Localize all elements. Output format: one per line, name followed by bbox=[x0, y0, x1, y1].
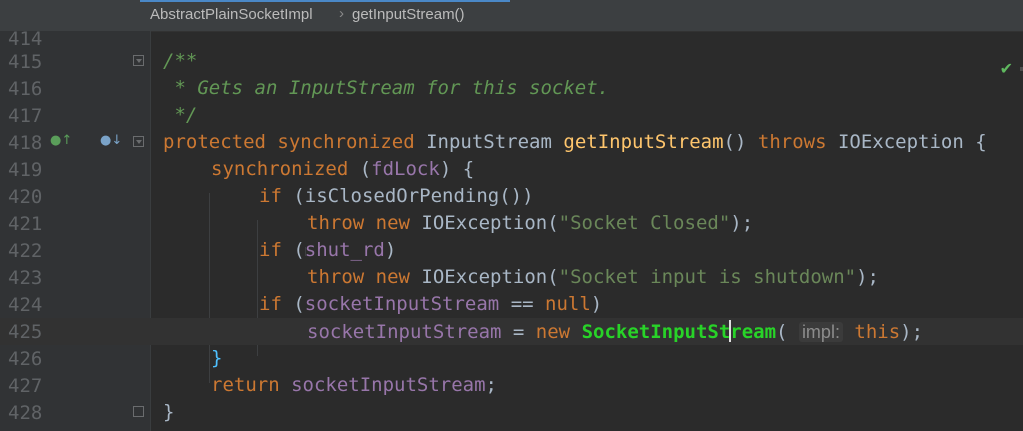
line-number: 416 bbox=[8, 78, 43, 100]
line-number: 422 bbox=[8, 240, 43, 262]
code-line: 416 * Gets an InputStream for this socke… bbox=[0, 75, 1023, 102]
keyword: if bbox=[259, 239, 294, 261]
paren: ) bbox=[439, 158, 463, 180]
punctuation: ); bbox=[856, 266, 879, 288]
type-name: IOException( bbox=[421, 266, 559, 288]
field: socketInputStream bbox=[291, 374, 486, 396]
keyword: throws bbox=[757, 131, 838, 153]
keyword: throw new bbox=[307, 212, 422, 234]
code-line: 419 synchronized (fdLock) { bbox=[0, 156, 1023, 183]
code-text: return socketInputStream; bbox=[211, 374, 497, 396]
method-name: getInputStream bbox=[563, 131, 724, 153]
override-method-icon[interactable]: ●↓ bbox=[100, 133, 122, 148]
javadoc-text: * Gets an InputStream for this socket. bbox=[163, 77, 610, 99]
line-number: 423 bbox=[8, 267, 43, 289]
code-line: 417 */ bbox=[0, 102, 1023, 129]
expression: (isClosedOrPending()) bbox=[293, 185, 534, 207]
current-code-line: 425 socketInputStream = new SocketInputS… bbox=[0, 318, 1023, 345]
line-number: 421 bbox=[8, 213, 43, 235]
code-text: if (shut_rd) bbox=[259, 239, 396, 261]
type-name: InputStream bbox=[426, 131, 564, 153]
code-line: 415 /** bbox=[0, 48, 1023, 75]
breadcrumb-method[interactable]: getInputStream() bbox=[352, 6, 465, 23]
paren: ( bbox=[776, 321, 799, 343]
code-line: 426 } bbox=[0, 345, 1023, 372]
keyword: this bbox=[842, 321, 901, 343]
keyword: new bbox=[535, 321, 582, 343]
type-name: IOException( bbox=[421, 212, 559, 234]
active-tab-indicator bbox=[140, 0, 510, 2]
method-signature: protected synchronized InputStream getIn… bbox=[163, 131, 987, 153]
operator: == bbox=[499, 293, 546, 315]
javadoc-text: /** bbox=[163, 50, 198, 72]
line-number: 418 bbox=[8, 132, 43, 154]
punctuation: ); bbox=[900, 321, 924, 343]
code-editor[interactable]: 414 415 /** 416 * Gets an InputStream fo… bbox=[0, 28, 1023, 431]
string-literal: "Socket Closed" bbox=[558, 212, 731, 234]
line-number: 420 bbox=[8, 186, 43, 208]
field: shut_rd bbox=[304, 239, 385, 261]
line-number: 428 bbox=[8, 402, 43, 424]
keyword: if bbox=[259, 293, 294, 315]
brace: { bbox=[462, 158, 475, 180]
line-number: 426 bbox=[8, 348, 43, 370]
code-line: 428 } bbox=[0, 399, 1023, 426]
code-text: if (socketInputStream == null) bbox=[259, 293, 602, 315]
paren: ( bbox=[293, 239, 305, 261]
field: socketInputStream bbox=[304, 293, 500, 315]
type-name: IOException bbox=[837, 131, 976, 153]
code-line: 422 if (shut_rd) bbox=[0, 237, 1023, 264]
closing-brace: } bbox=[211, 347, 223, 369]
breadcrumb-class[interactable]: AbstractPlainSocketImpl bbox=[150, 6, 313, 23]
paren: ( bbox=[359, 158, 372, 180]
brace: { bbox=[975, 131, 987, 153]
closing-brace: } bbox=[163, 401, 175, 423]
keyword: if bbox=[259, 185, 294, 207]
line-number: 427 bbox=[8, 375, 43, 397]
implemented-method-icon[interactable]: ●↑ bbox=[50, 133, 72, 148]
keyword: return bbox=[211, 374, 292, 396]
line-number: 419 bbox=[8, 159, 43, 181]
code-text: throw new IOException("Socket Closed"); bbox=[307, 212, 753, 234]
code-line: 427 return socketInputStream; bbox=[0, 372, 1023, 399]
punctuation: ); bbox=[730, 212, 754, 234]
parameter-hint: impl: bbox=[798, 322, 843, 342]
code-text: synchronized (fdLock) { bbox=[211, 158, 474, 180]
field: fdLock bbox=[371, 158, 440, 180]
code-line: 420 if (isClosedOrPending()) bbox=[0, 183, 1023, 210]
code-line: 421 throw new IOException("Socket Closed… bbox=[0, 210, 1023, 237]
constructor-name: SocketInputSt bbox=[581, 321, 731, 343]
line-number: 417 bbox=[8, 105, 43, 127]
keyword: synchronized bbox=[211, 158, 360, 180]
code-line: 418 ●↑ ●↓ protected synchronized InputSt… bbox=[0, 129, 1023, 156]
paren: ( bbox=[293, 293, 305, 315]
code-text: socketInputStream = new SocketInputStrea… bbox=[307, 320, 923, 343]
line-number: 424 bbox=[8, 294, 43, 316]
string-literal: "Socket input is shutdown" bbox=[558, 266, 857, 288]
keyword: null bbox=[545, 293, 591, 315]
fold-end-icon[interactable] bbox=[133, 406, 144, 417]
punctuation: ; bbox=[485, 374, 497, 396]
fold-collapse-icon[interactable] bbox=[133, 136, 144, 147]
code-text: throw new IOException("Socket input is s… bbox=[307, 266, 879, 288]
line-number: 415 bbox=[8, 51, 43, 73]
keyword: protected synchronized bbox=[163, 131, 427, 153]
paren: ) bbox=[590, 293, 603, 315]
fold-collapse-icon[interactable] bbox=[133, 55, 144, 66]
constructor-name: ream bbox=[730, 321, 777, 343]
check-icon[interactable]: ✔ bbox=[1000, 59, 1013, 78]
breadcrumb-separator-icon: › bbox=[339, 5, 344, 22]
operator: = bbox=[501, 321, 536, 343]
line-number: 425 bbox=[8, 321, 43, 343]
keyword: throw new bbox=[307, 266, 422, 288]
line-number: 414 bbox=[8, 28, 43, 50]
code-line: 423 throw new IOException("Socket input … bbox=[0, 264, 1023, 291]
code-line: 424 if (socketInputStream == null) bbox=[0, 291, 1023, 318]
code-text: if (isClosedOrPending()) bbox=[259, 185, 534, 207]
field: socketInputStream bbox=[307, 321, 502, 343]
parens: () bbox=[723, 131, 758, 153]
javadoc-text: */ bbox=[163, 104, 198, 126]
paren: ) bbox=[384, 239, 397, 261]
